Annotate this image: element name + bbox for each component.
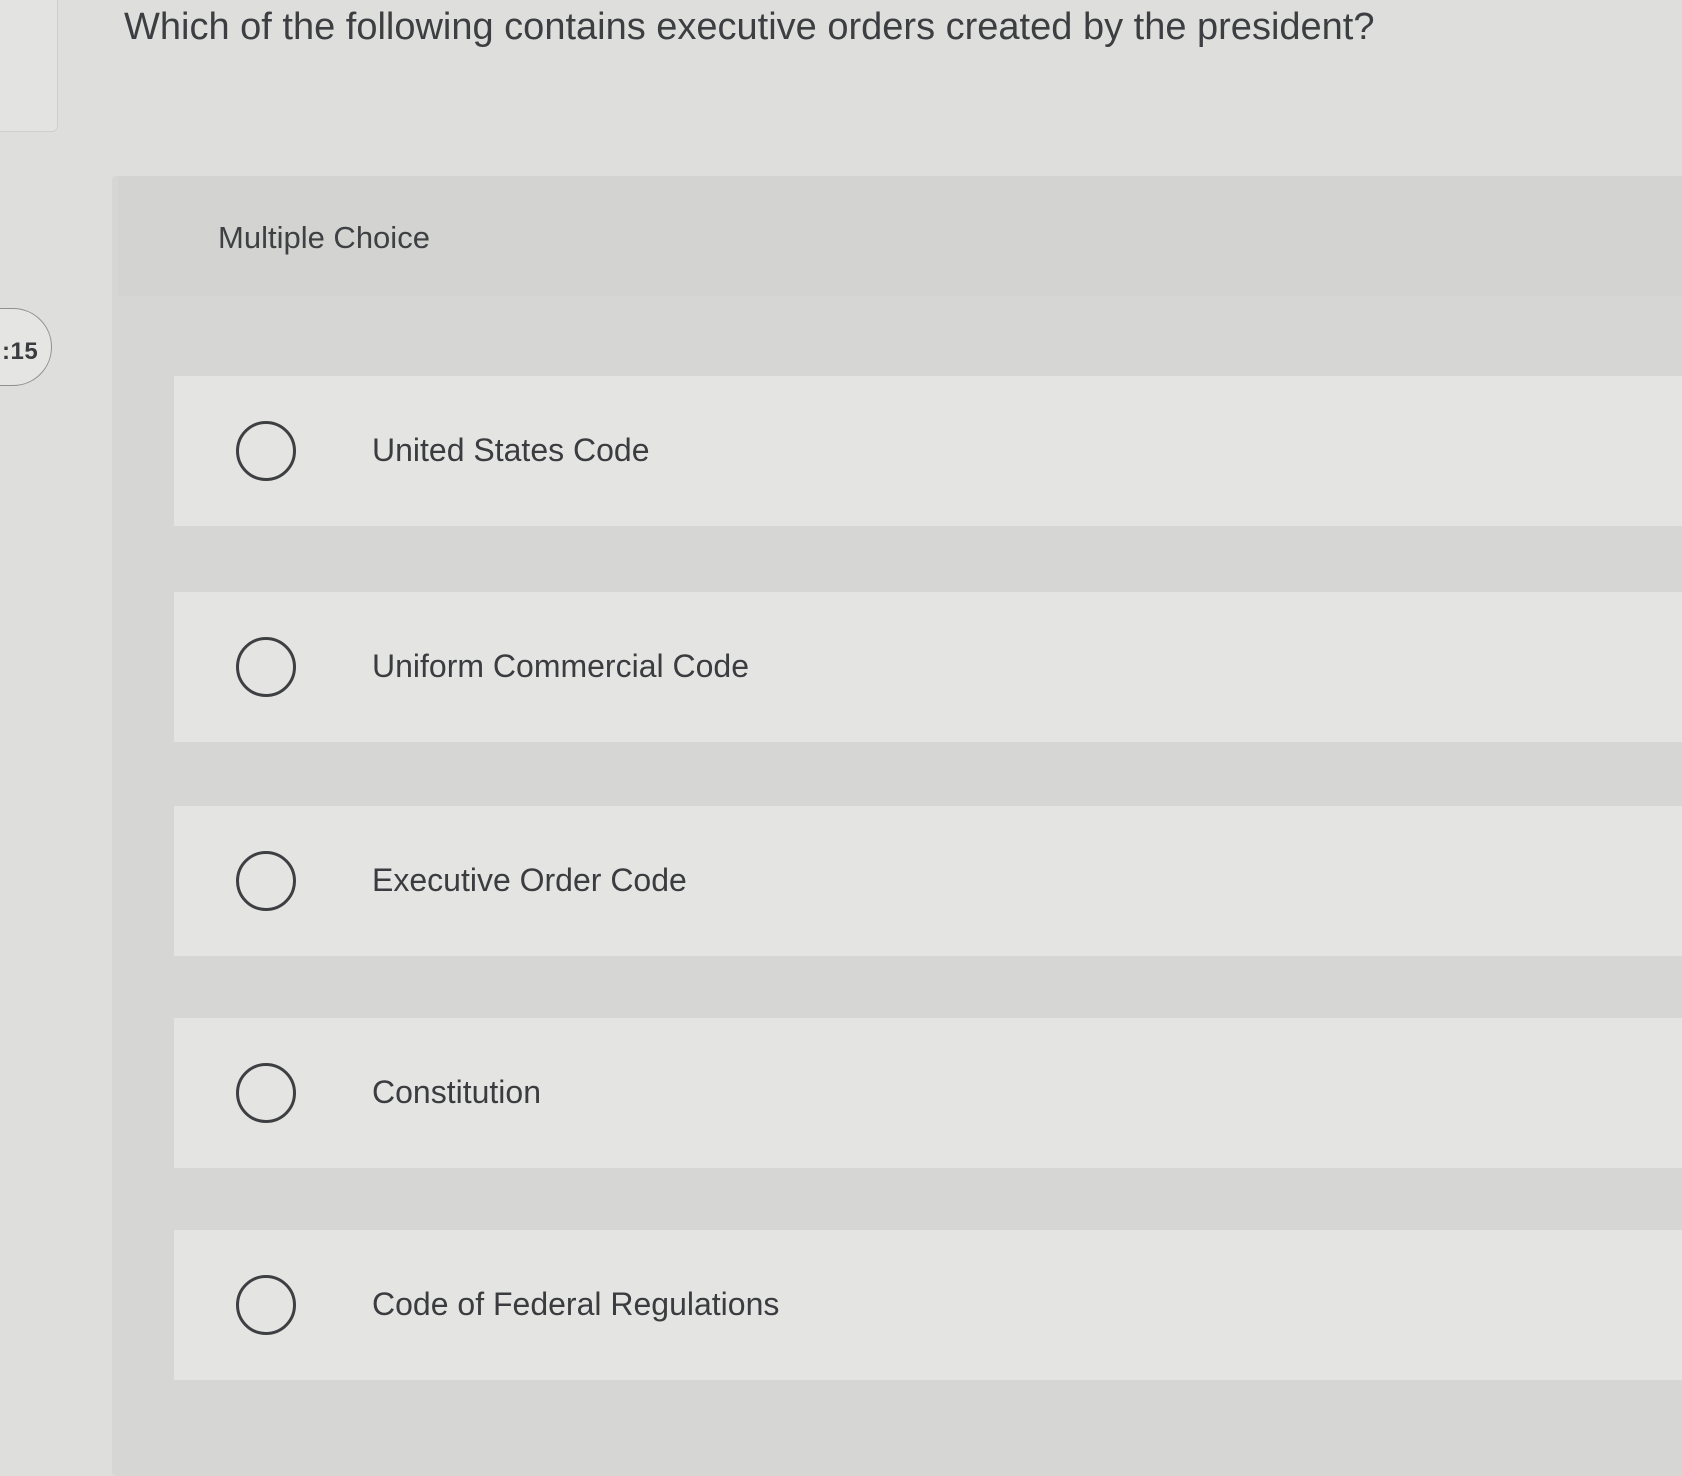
radio-button[interactable] — [236, 421, 296, 481]
answer-option-label: Constitution — [372, 1074, 541, 1110]
question-text: Which of the following contains executiv… — [124, 6, 1375, 48]
answer-option-label: United States Code — [372, 432, 650, 468]
question-type-label: Multiple Choice — [218, 220, 430, 255]
answer-option[interactable]: Code of Federal Regulations — [174, 1230, 1682, 1380]
answer-option-label: Executive Order Code — [372, 862, 687, 898]
answer-option[interactable]: Executive Order Code — [174, 806, 1682, 956]
radio-button[interactable] — [236, 1275, 296, 1335]
answer-option[interactable]: Uniform Commercial Code — [174, 592, 1682, 742]
answer-option-label: Uniform Commercial Code — [372, 648, 749, 684]
timer-text: :15 — [2, 338, 39, 365]
radio-button[interactable] — [236, 851, 296, 911]
side-card — [0, 0, 58, 132]
radio-button[interactable] — [236, 1063, 296, 1123]
answer-option-label: Code of Federal Regulations — [372, 1286, 780, 1322]
radio-button[interactable] — [236, 637, 296, 697]
answer-option[interactable]: Constitution — [174, 1018, 1682, 1168]
answer-option[interactable]: United States Code — [174, 376, 1682, 526]
